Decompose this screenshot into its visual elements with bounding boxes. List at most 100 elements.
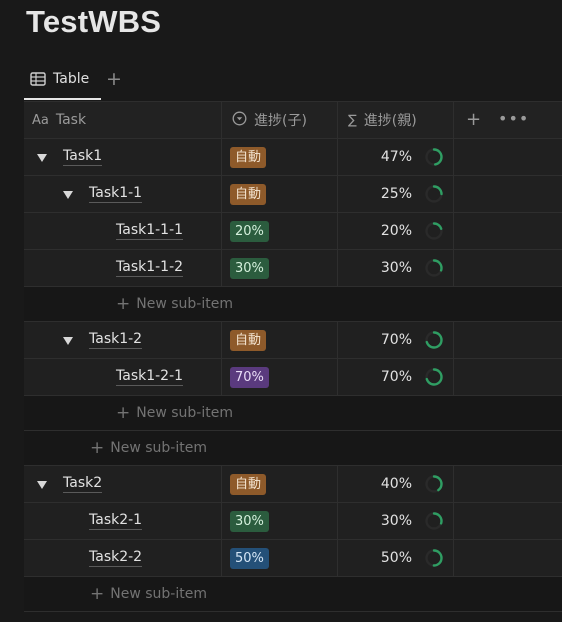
empty-cell xyxy=(454,250,562,286)
add-property-button[interactable]: + xyxy=(466,111,481,129)
empty-cell xyxy=(454,503,562,539)
plus-icon: + xyxy=(116,294,131,314)
task-name[interactable]: Task1-2 xyxy=(89,331,143,349)
plus-icon: + xyxy=(90,438,105,458)
progress-ring-icon xyxy=(425,259,443,277)
task-name[interactable]: Task2-1 xyxy=(89,512,143,530)
task-cell[interactable]: Task2-2 xyxy=(24,540,222,576)
task-name[interactable]: Task1 xyxy=(63,148,103,166)
table-header: Aa Task 進捗(子) ∑ 進捗(親) + ••• xyxy=(24,101,562,139)
progress-ring-icon xyxy=(425,475,443,493)
toggle-expanded-icon[interactable] xyxy=(63,337,73,345)
table-icon xyxy=(30,72,46,86)
new-sub-item-row[interactable]: + New sub-item xyxy=(24,431,562,466)
select-badge: 50% xyxy=(230,548,269,569)
table-row[interactable]: Task2 自動 40% xyxy=(24,466,562,503)
progress-parent-cell[interactable]: 20% xyxy=(338,213,454,249)
empty-cell xyxy=(454,322,562,358)
progress-child-cell[interactable]: 20% xyxy=(222,213,338,249)
view-tabs: Table + xyxy=(24,58,562,100)
new-sub-item-row[interactable]: + New sub-item xyxy=(24,396,562,431)
column-header-progress-child-label: 進捗(子) xyxy=(254,113,307,129)
progress-value: 70% xyxy=(380,332,412,348)
toggle-expanded-icon[interactable] xyxy=(37,481,47,489)
progress-parent-cell[interactable]: 70% xyxy=(338,359,454,395)
progress-ring-icon xyxy=(425,222,443,240)
column-header-progress-parent[interactable]: ∑ 進捗(親) xyxy=(338,102,454,138)
new-sub-item-label: New sub-item xyxy=(110,440,207,456)
progress-ring-icon xyxy=(425,331,443,349)
task-cell[interactable]: Task1-2 xyxy=(24,322,222,358)
task-name[interactable]: Task1-1-2 xyxy=(116,259,184,277)
progress-child-cell[interactable]: 自動 xyxy=(222,176,338,212)
select-badge: 30% xyxy=(230,511,269,532)
progress-value: 50% xyxy=(380,550,412,566)
task-name[interactable]: Task1-1 xyxy=(89,185,143,203)
progress-ring-icon xyxy=(425,368,443,386)
progress-child-cell[interactable]: 30% xyxy=(222,503,338,539)
task-name[interactable]: Task2-2 xyxy=(89,549,143,567)
table-row[interactable]: Task1-1 自動 25% xyxy=(24,176,562,213)
task-name[interactable]: Task1-2-1 xyxy=(116,368,184,386)
progress-child-cell[interactable]: 30% xyxy=(222,250,338,286)
new-sub-item-label: New sub-item xyxy=(136,296,233,312)
table-row[interactable]: Task1 自動 47% xyxy=(24,139,562,176)
progress-parent-cell[interactable]: 50% xyxy=(338,540,454,576)
new-sub-item-button[interactable]: + New sub-item xyxy=(116,296,233,313)
progress-value: 70% xyxy=(380,369,412,385)
progress-child-cell[interactable]: 自動 xyxy=(222,466,338,502)
tab-table-label: Table xyxy=(53,71,90,87)
add-view-button[interactable]: + xyxy=(106,66,122,92)
task-cell[interactable]: Task1-1 xyxy=(24,176,222,212)
task-cell[interactable]: Task1 xyxy=(24,139,222,175)
progress-parent-cell[interactable]: 40% xyxy=(338,466,454,502)
table-row[interactable]: Task1-2-1 70% 70% xyxy=(24,359,562,396)
new-sub-item-button[interactable]: + New sub-item xyxy=(116,405,233,422)
progress-parent-cell[interactable]: 70% xyxy=(338,322,454,358)
active-tab-indicator xyxy=(24,98,101,100)
progress-child-cell[interactable]: 50% xyxy=(222,540,338,576)
empty-cell xyxy=(454,176,562,212)
progress-child-cell[interactable]: 自動 xyxy=(222,322,338,358)
progress-ring-icon xyxy=(425,185,443,203)
task-name[interactable]: Task2 xyxy=(63,475,103,493)
select-badge: 自動 xyxy=(230,330,267,351)
progress-ring-icon xyxy=(425,148,443,166)
new-sub-item-row[interactable]: + New sub-item xyxy=(24,287,562,322)
progress-parent-cell[interactable]: 30% xyxy=(338,503,454,539)
new-sub-item-button[interactable]: + New sub-item xyxy=(90,586,207,603)
column-header-task[interactable]: Aa Task xyxy=(24,102,222,138)
column-header-progress-child[interactable]: 進捗(子) xyxy=(222,102,338,138)
table-row[interactable]: Task2-1 30% 30% xyxy=(24,503,562,540)
table-row[interactable]: Task1-1-2 30% 30% xyxy=(24,250,562,287)
progress-parent-cell[interactable]: 30% xyxy=(338,250,454,286)
progress-child-cell[interactable]: 自動 xyxy=(222,139,338,175)
more-options-button[interactable]: ••• xyxy=(498,109,529,128)
new-sub-item-button[interactable]: + New sub-item xyxy=(90,440,207,457)
select-badge: 20% xyxy=(230,221,269,242)
progress-parent-cell[interactable]: 25% xyxy=(338,176,454,212)
plus-icon: + xyxy=(90,584,105,604)
table-row[interactable]: Task1-1-1 20% 20% xyxy=(24,213,562,250)
empty-cell xyxy=(454,359,562,395)
table-row[interactable]: Task1-2 自動 70% xyxy=(24,322,562,359)
progress-value: 30% xyxy=(380,513,412,529)
progress-parent-cell[interactable]: 47% xyxy=(338,139,454,175)
toggle-expanded-icon[interactable] xyxy=(37,154,47,162)
task-cell[interactable]: Task1-1-1 xyxy=(24,213,222,249)
select-badge: 自動 xyxy=(230,184,267,205)
task-cell[interactable]: Task2-1 xyxy=(24,503,222,539)
progress-value: 40% xyxy=(380,476,412,492)
task-cell[interactable]: Task1-2-1 xyxy=(24,359,222,395)
new-sub-item-row[interactable]: + New sub-item xyxy=(24,577,562,612)
progress-child-cell[interactable]: 70% xyxy=(222,359,338,395)
task-cell[interactable]: Task1-1-2 xyxy=(24,250,222,286)
task-name[interactable]: Task1-1-1 xyxy=(116,222,184,240)
progress-value: 47% xyxy=(380,149,412,165)
table-row[interactable]: Task2-2 50% 50% xyxy=(24,540,562,577)
toggle-expanded-icon[interactable] xyxy=(63,191,73,199)
column-header-task-label: Task xyxy=(55,112,87,128)
task-cell[interactable]: Task2 xyxy=(24,466,222,502)
tab-table[interactable]: Table xyxy=(30,66,89,92)
select-badge: 自動 xyxy=(230,474,267,495)
